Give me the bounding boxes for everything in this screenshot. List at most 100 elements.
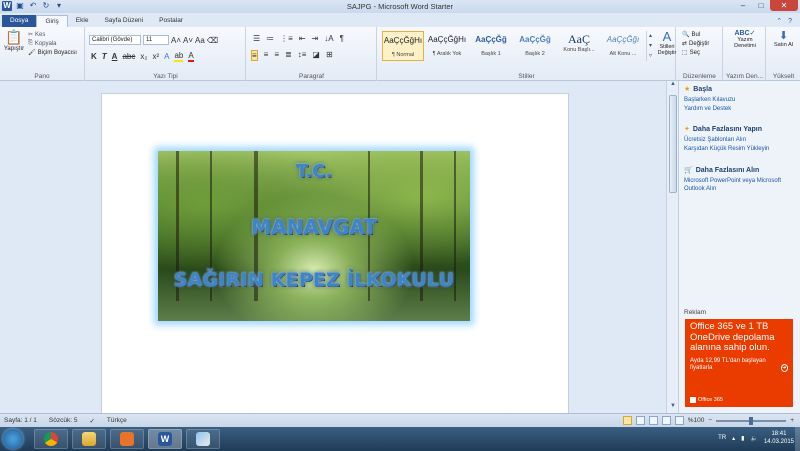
taskbar-chrome[interactable] [34,429,68,449]
scroll-thumb[interactable] [669,95,677,193]
view-draft-icon[interactable] [674,416,684,425]
group-label-styles: Stiller [518,73,535,80]
view-full-screen-icon[interactable] [635,416,645,425]
banner-text-city: MANAVGAT [251,215,377,239]
view-outline-icon[interactable] [661,416,671,425]
close-button[interactable]: ✕ [770,0,798,11]
status-page[interactable]: Sayfa: 1 / 1 [4,417,37,425]
maximize-button[interactable]: □ [752,0,770,11]
highlight-icon[interactable]: ab [174,51,184,62]
arrow-right-icon[interactable]: ➜ [780,363,788,372]
paste-button[interactable]: 📋 Yapıştır [3,29,25,52]
copy-button[interactable]: ⎘ Kopyala [28,39,77,48]
style-normal[interactable]: AaÇçĞğHı ¶ Normal [382,31,424,61]
numbering-icon[interactable]: ≔ [266,34,274,43]
proofing-status-icon[interactable]: ✓ [89,417,94,425]
forest-banner-image[interactable]: T.C. MANAVGAT SAĞIRIN KEPEZ İLKOKULU [158,151,470,321]
style-no-spacing[interactable]: AaÇçĞğHı ¶ Aralık Yok [426,31,468,61]
zoom-in-icon[interactable]: + [790,417,794,424]
group-upgrade: ⬇ Satın Al Yükselt [767,27,800,81]
status-words[interactable]: Sözcük: 5 [49,417,78,425]
shading-icon[interactable]: ◪ [312,50,320,61]
decrease-indent-icon[interactable]: ⇤ [299,34,306,43]
find-button[interactable]: 🔍 Bul [682,30,709,39]
taskbar-media[interactable] [110,429,144,449]
tab-mailings[interactable]: Postalar [151,15,191,27]
link-templates[interactable]: Ücretsiz Şablonları Alın [684,136,798,145]
taskbar-explorer[interactable] [72,429,106,449]
zoom-slider[interactable] [716,416,787,425]
tab-file[interactable]: Dosya [2,15,37,27]
subscript-button[interactable]: x₂ [140,52,147,61]
replace-button[interactable]: ⇄ Değiştir [682,39,709,48]
network-icon[interactable]: ▮ [741,435,744,442]
zoom-level[interactable]: %100 [688,417,705,424]
align-left-icon[interactable]: ≡ [251,50,258,61]
vertical-scrollbar[interactable]: ▲ ▼ [666,81,678,413]
styles-scroll[interactable]: ▴ ▾ ▿ [646,31,654,61]
window-title: SAJPG - Microsoft Word Starter [346,2,454,11]
status-language[interactable]: Türkçe [107,417,127,425]
zoom-out-icon[interactable]: − [708,417,712,424]
taskbar-word[interactable]: W [148,429,182,449]
view-web-layout-icon[interactable] [648,416,658,425]
link-help[interactable]: Yardım ve Destek [684,105,798,114]
change-styles-label: Stilleri Değiştir [657,44,677,56]
buy-button[interactable]: ⬇ Satın Al [769,29,798,48]
link-getting-started[interactable]: Başlarken Kılavuzu [684,96,798,105]
tab-page-layout[interactable]: Sayfa Düzeni [96,15,151,27]
borders-icon[interactable]: ⊞ [326,50,333,61]
tray-language[interactable]: TR [718,435,726,441]
underline-button[interactable]: A [112,52,118,61]
line-spacing-icon[interactable]: ↕≡ [298,50,307,61]
increase-indent-icon[interactable]: ⇥ [312,34,319,43]
document-page[interactable]: T.C. MANAVGAT SAĞIRIN KEPEZ İLKOKULU [101,93,569,423]
bold-button[interactable]: K [91,52,97,61]
spelling-button[interactable]: ABC✓ Yazım Denetimi [728,29,762,49]
zoom-slider-knob[interactable] [749,416,754,425]
show-desktop-button[interactable] [795,427,800,451]
copy-icon: ⎘ [28,40,33,46]
font-size-combo[interactable]: 11 [143,35,169,45]
link-clipart[interactable]: Karşıdan Küçük Resim Yükleyin [684,145,798,154]
bullets-icon[interactable]: ☰ [253,34,260,43]
minimize-button[interactable]: – [734,0,752,11]
link-powerpoint-outlook[interactable]: Microsoft PowerPoint veya Microsoft Outl… [684,177,798,193]
ribbon-minimize-icon[interactable]: ⌃ [776,17,782,25]
start-button[interactable] [3,429,23,449]
tab-home[interactable]: Giriş [36,15,68,27]
justify-icon[interactable]: ≣ [285,50,292,61]
grow-font-icon[interactable]: A˄ [171,36,181,45]
select-button[interactable]: ⬚ Seç [682,48,709,57]
font-name-combo[interactable]: Calibri (Gövde) [89,35,141,45]
cut-button[interactable]: ✂ Kes [28,30,77,39]
superscript-button[interactable]: x² [152,52,159,61]
style-heading-2[interactable]: AaÇçĞğ Başlık 2 [514,31,556,61]
tray-arrow-icon[interactable]: ▴ [732,435,735,442]
change-styles-button[interactable]: A Stilleri Değiştir [656,29,678,56]
multilevel-list-icon[interactable]: ⋮≡ [280,34,293,43]
office365-ad[interactable]: Office 365 ve 1 TB OneDrive depolama ala… [685,319,793,407]
text-effects-icon[interactable]: A [164,52,169,61]
change-case-icon[interactable]: Aa [195,36,205,45]
view-print-layout-icon[interactable] [622,416,632,425]
align-center-icon[interactable]: ≡ [264,50,269,61]
shrink-font-icon[interactable]: A˅ [183,36,193,45]
align-right-icon[interactable]: ≡ [274,50,279,61]
taskbar-paint[interactable] [186,429,220,449]
strikethrough-button[interactable]: abc [122,52,135,61]
volume-icon[interactable]: 🔈 [750,435,757,442]
show-marks-icon[interactable]: ¶ [340,34,344,43]
style-subtitle[interactable]: AaÇçĞğı Alt Konu ... [602,31,644,61]
group-label-font: Yazı Tipi [153,73,178,80]
clear-format-icon[interactable]: ⌫ [207,36,218,45]
sort-icon[interactable]: ↓A [324,34,333,43]
style-title[interactable]: AaÇ Konu Başlı... [558,31,600,61]
help-icon[interactable]: ? [788,18,792,25]
clock[interactable]: 18:41 14.03.2015 [764,430,794,446]
font-color-icon[interactable]: A [188,51,194,62]
format-painter-button[interactable]: 🖌 Biçim Boyacısı [28,48,77,57]
tab-insert[interactable]: Ekle [68,15,97,27]
italic-button[interactable]: T [102,52,107,61]
style-heading-1[interactable]: AaÇçĞğ Başlık 1 [470,31,512,61]
